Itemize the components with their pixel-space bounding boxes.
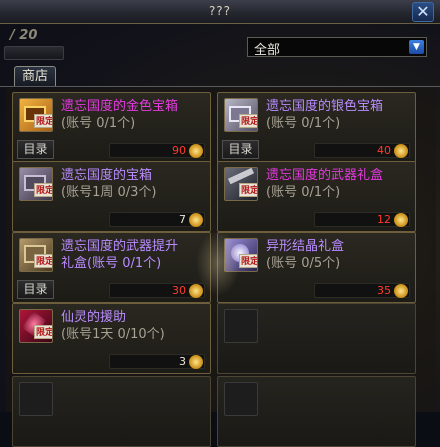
empty-item-slot (217, 303, 416, 374)
chevron-down-icon[interactable]: ▼ (409, 40, 424, 54)
empty-slot-icon (224, 309, 258, 343)
coin-icon (394, 213, 408, 227)
shop-item-slot[interactable]: 限定 异形结晶礼盒 (账号 0/5个) 35 (217, 232, 416, 303)
coin-icon (394, 284, 408, 298)
catalog-button[interactable]: 目录 (222, 140, 259, 159)
item-name: 遗忘国度的武器礼盒 (账号 0/1个) (266, 168, 384, 200)
limited-tag: 限定 (34, 254, 52, 268)
catalog-button[interactable]: 目录 (17, 140, 54, 159)
item-price: 35 (377, 284, 391, 297)
item-name: 异形结晶礼盒 (账号 0/5个) (266, 239, 345, 271)
coin-icon (394, 144, 408, 158)
coin-icon (189, 213, 203, 227)
limited-tag: 限定 (239, 183, 257, 197)
title-bar[interactable]: ??? ✕ (0, 0, 440, 24)
limited-tag: 限定 (34, 325, 52, 339)
price-field: 7 (109, 212, 205, 227)
item-name: 遗忘国度的银色宝箱 (账号 0/1个) (266, 99, 384, 131)
shop-item-slot[interactable]: 限定 遗忘国度的银色宝箱 (账号 0/1个) 目录 40 (217, 92, 416, 163)
item-price: 3 (179, 355, 186, 368)
catalog-button[interactable]: 目录 (17, 280, 54, 299)
shop-item-slot[interactable]: 限定 遗忘国度的武器提升 礼盒(账号 0/1个) 目录 30 (12, 232, 211, 303)
coin-icon (189, 144, 203, 158)
shop-item-slot[interactable]: 限定 遗忘国度的宝箱 (账号1周 0/3个) 7 (12, 161, 211, 232)
close-button[interactable]: ✕ (412, 2, 434, 22)
limited-tag: 限定 (239, 114, 257, 128)
dropdown-value: 全部 (254, 43, 281, 58)
category-dropdown[interactable]: 全部 ▼ (247, 37, 427, 58)
cursor-glow (196, 230, 240, 296)
chest-icon[interactable]: 限定 (19, 167, 53, 201)
empty-slot-icon (19, 382, 53, 416)
item-price: 12 (377, 213, 391, 226)
price-field: 35 (314, 283, 410, 298)
item-name: 遗忘国度的金色宝箱 (账号 0/1个) (61, 99, 179, 131)
upgrade-box-icon[interactable]: 限定 (19, 238, 53, 272)
price-field: 3 (109, 354, 205, 369)
tab-divider (0, 86, 440, 87)
limited-tag: 限定 (239, 254, 257, 268)
shop-item-slot[interactable]: 限定 仙灵的援助 (账号1天 0/10个) 3 (12, 303, 211, 374)
item-price: 40 (377, 144, 391, 157)
item-price: 7 (179, 213, 186, 226)
item-price: 90 (172, 144, 186, 157)
counter-bar (4, 46, 64, 60)
price-field: 12 (314, 212, 410, 227)
weapon-box-icon[interactable]: 限定 (224, 167, 258, 201)
shop-window: ??? ✕ / 20 全部 ▼ 商店 限定 遗忘国度的金色宝箱 (账号 0/1个)… (0, 0, 440, 447)
price-field: 40 (314, 143, 410, 158)
item-price: 30 (172, 284, 186, 297)
item-name: 遗忘国度的武器提升 礼盒(账号 0/1个) (61, 239, 179, 271)
coin-icon (189, 355, 203, 369)
fairy-icon[interactable]: 限定 (19, 309, 53, 343)
shop-item-slot[interactable]: 限定 遗忘国度的金色宝箱 (账号 0/1个) 目录 90 (12, 92, 211, 163)
limited-tag: 限定 (34, 114, 52, 128)
gold-chest-icon[interactable]: 限定 (19, 98, 53, 132)
item-name: 仙灵的援助 (账号1天 0/10个) (61, 310, 165, 342)
tab-shop[interactable]: 商店 (14, 66, 56, 87)
price-field: 90 (109, 143, 205, 158)
price-field: 30 (109, 283, 205, 298)
page-counter: / 20 (10, 28, 38, 43)
silver-chest-icon[interactable]: 限定 (224, 98, 258, 132)
limited-tag: 限定 (34, 183, 52, 197)
window-title: ??? (208, 4, 232, 18)
item-name: 遗忘国度的宝箱 (账号1周 0/3个) (61, 168, 157, 200)
shop-item-slot[interactable]: 限定 遗忘国度的武器礼盒 (账号 0/1个) 12 (217, 161, 416, 232)
empty-slot-icon (224, 382, 258, 416)
